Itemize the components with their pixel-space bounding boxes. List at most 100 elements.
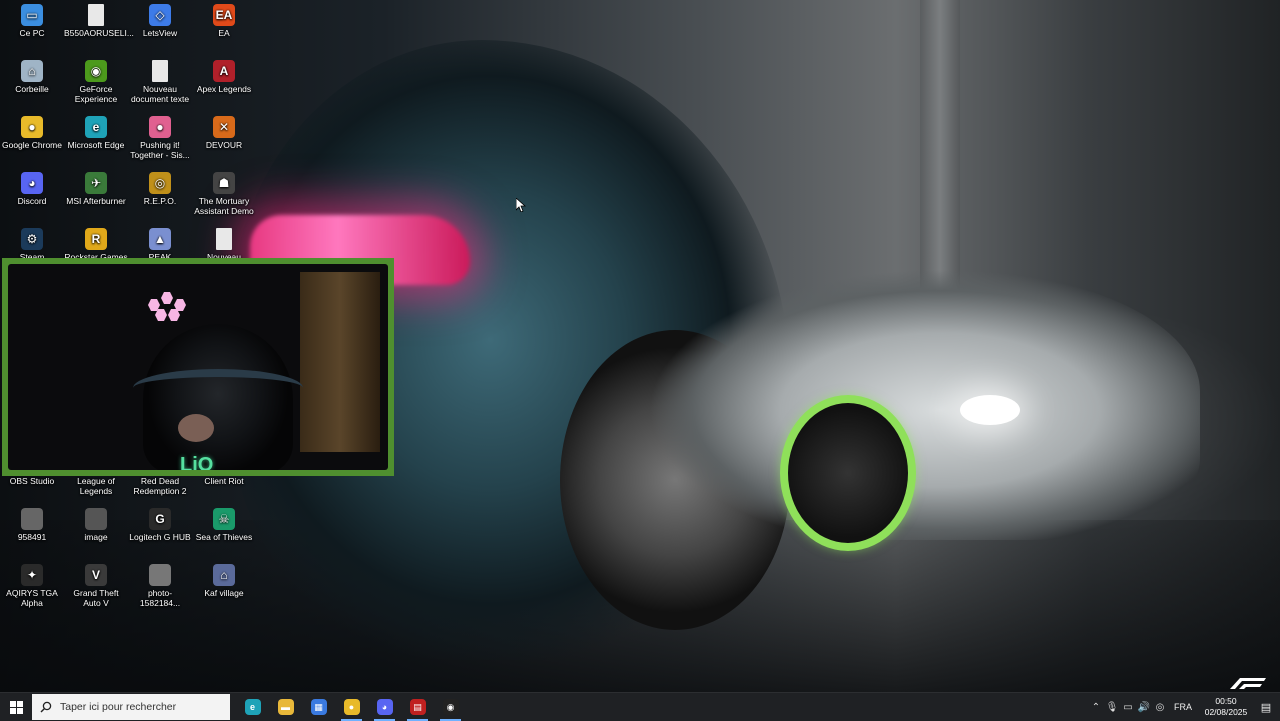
taskbar-clock[interactable]: 00:50 02/08/2025	[1200, 696, 1252, 718]
corner-watermark-logo	[1230, 678, 1266, 689]
sea-of-thieves-icon: ☠	[213, 508, 235, 530]
desktop-icon-ghub[interactable]: G Logitech G HUB	[128, 508, 192, 542]
ghub-icon: G	[149, 508, 171, 530]
chrome-icon: ●	[343, 699, 360, 715]
webcam-face	[178, 414, 214, 442]
image-icon	[21, 508, 43, 530]
desktop-icon-pushing[interactable]: ● Pushing it! Together - Sis...	[128, 116, 192, 160]
show-hidden-icons-chevron-icon[interactable]: ⌃	[1088, 702, 1104, 713]
desktop-icon-nouveau1[interactable]: Nouveau document texte	[128, 60, 192, 104]
location-icon[interactable]: ◎	[1152, 702, 1168, 713]
desktop-icon-label: Microsoft Edge	[67, 140, 125, 150]
kaf-village-icon: ⌂	[213, 564, 235, 586]
desktop-icon-peak[interactable]: ▲ PEAK	[128, 228, 192, 262]
desktop-icon-label: AQIRYS TGA Alpha	[6, 588, 58, 608]
apex-icon: A	[213, 60, 235, 82]
discord-icon: ◕	[21, 172, 43, 194]
desktop-icon-ea[interactable]: EA EA	[192, 4, 256, 38]
edge-icon: e	[244, 699, 261, 715]
desktop-icon-photo[interactable]: photo-1582184...	[128, 564, 192, 608]
webcam-background-shelf	[300, 272, 380, 452]
desktop-icon-label: Apex Legends	[196, 84, 252, 94]
webcam-overlay: LiO	[2, 258, 394, 476]
desktop-icon-chrome[interactable]: ● Google Chrome	[0, 116, 64, 150]
desktop-icon-letsview[interactable]: ◇ LetsView	[128, 4, 192, 38]
desktop-icon-steam[interactable]: ⚙ Steam	[0, 228, 64, 262]
taskbar-search-box[interactable]: Taper ici pour rechercher	[32, 694, 230, 720]
obs-icon: ◉	[442, 699, 459, 715]
desktop-icon-image[interactable]: image	[64, 508, 128, 542]
desktop-icon-label: Google Chrome	[1, 140, 62, 150]
desktop-icon-b550[interactable]: B550AORUSELI...	[64, 4, 134, 38]
desktop-icon-corbeille[interactable]: ⌂ Corbeille	[0, 60, 64, 94]
wallpaper-white-car	[640, 270, 1200, 540]
desktop-icon-afterburner[interactable]: ✈ MSI Afterburner	[64, 172, 128, 206]
store-icon: ▦	[310, 699, 327, 715]
desktop-icon-kaf[interactable]: ⌂ Kaf village	[192, 564, 256, 598]
repo-icon: ◎	[149, 172, 171, 194]
clock-time: 00:50	[1215, 696, 1237, 706]
desktop-icon-label: Client Riot	[204, 476, 244, 486]
desktop-icon-label: R.E.P.O.	[143, 196, 177, 206]
network-icon[interactable]: ▭	[1120, 702, 1136, 713]
geforce-icon: ◉	[85, 60, 107, 82]
search-icon	[40, 701, 52, 713]
input-language-indicator[interactable]: FRA	[1174, 702, 1192, 712]
taskbar-app-discord[interactable]: ◕	[368, 693, 401, 721]
desktop-icon-label: 958491	[17, 532, 47, 542]
computer-icon: ▭	[21, 4, 43, 26]
taskbar-app-file-explorer[interactable]: ▬	[269, 693, 302, 721]
webcam-headset	[133, 369, 303, 407]
discord-icon: ◕	[376, 699, 393, 715]
aqirys-icon: ✦	[21, 564, 43, 586]
voicemeeter-icon: ▤	[409, 699, 426, 715]
desktop-icon-label: LetsView	[142, 28, 178, 38]
desktop-icon-label: DEVOUR	[205, 140, 243, 150]
desktop-icon-label: Red Dead Redemption 2	[133, 476, 187, 496]
desktop-icon-discord[interactable]: ◕ Discord	[0, 172, 64, 206]
desktop-icon-ce-pc[interactable]: ▭ Ce PC	[0, 4, 64, 38]
webcam-feed: LiO	[8, 264, 388, 470]
text-document-icon	[216, 228, 232, 250]
desktop-icon-devour[interactable]: ✕ DEVOUR	[192, 116, 256, 150]
volume-icon[interactable]: 🔊	[1136, 702, 1152, 713]
desktop-icon-repo[interactable]: ◎ R.E.P.O.	[128, 172, 192, 206]
desktop-icon-label: EA	[218, 28, 230, 38]
start-button[interactable]	[0, 693, 32, 721]
clock-date: 02/08/2025	[1204, 707, 1248, 717]
desktop-icon-label: Grand Theft Auto V	[73, 588, 119, 608]
desktop-icon-rockstar[interactable]: R Rockstar Games	[64, 228, 128, 262]
hex-light	[161, 292, 173, 304]
desktop-icon-label: MSI Afterburner	[66, 196, 126, 206]
system-tray: ⌃ 🎙 ▭ 🔊 ◎ FRA 00:50 02/08/2025 ▤	[1088, 693, 1280, 721]
image-icon	[85, 508, 107, 530]
notification-center-icon[interactable]: ▤	[1252, 693, 1280, 721]
rockstar-icon: R	[85, 228, 107, 250]
desktop-icon-gta[interactable]: V Grand Theft Auto V	[64, 564, 128, 608]
taskbar-app-edge[interactable]: e	[236, 693, 269, 721]
taskbar-app-store[interactable]: ▦	[302, 693, 335, 721]
taskbar-app-obs[interactable]: ◉	[434, 693, 467, 721]
desktop-icon-label: Logitech G HUB	[129, 532, 191, 542]
desktop-icon-label: image	[84, 532, 108, 542]
wallpaper-green-wheel	[780, 395, 916, 551]
desktop-icon-mortuary[interactable]: ☗ The Mortuary Assistant Demo	[192, 172, 256, 216]
taskbar: Taper ici pour rechercher e ▬ ▦ ● ◕ ▤ ◉ ⌃ 🎙 ▭ …	[0, 692, 1280, 721]
desktop-icon-aqirys[interactable]: ✦ AQIRYS TGA Alpha	[0, 564, 64, 608]
taskbar-app-voicemeeter[interactable]: ▤	[401, 693, 434, 721]
taskbar-app-chrome[interactable]: ●	[335, 693, 368, 721]
document-icon	[88, 4, 104, 26]
desktop-icon-geforce[interactable]: ◉ GeForce Experience	[64, 60, 128, 104]
microphone-icon[interactable]: 🎙	[1104, 702, 1120, 713]
wallpaper-headlight	[960, 395, 1020, 425]
desktop-icon-edge[interactable]: e Microsoft Edge	[64, 116, 128, 150]
desktop-icon-sot[interactable]: ☠ Sea of Thieves	[192, 508, 256, 542]
desktop-icon-label: League of Legends	[77, 476, 115, 496]
folder-icon: ▬	[277, 699, 294, 715]
mortuary-icon: ☗	[213, 172, 235, 194]
peak-icon: ▲	[149, 228, 171, 250]
desktop-icon-p958491[interactable]: 958491	[0, 508, 64, 542]
desktop-icon-apex[interactable]: A Apex Legends	[192, 60, 256, 94]
desktop-icon-nouveau2[interactable]: Nouveau	[192, 228, 256, 262]
desktop-icon-label: Discord	[17, 196, 47, 206]
